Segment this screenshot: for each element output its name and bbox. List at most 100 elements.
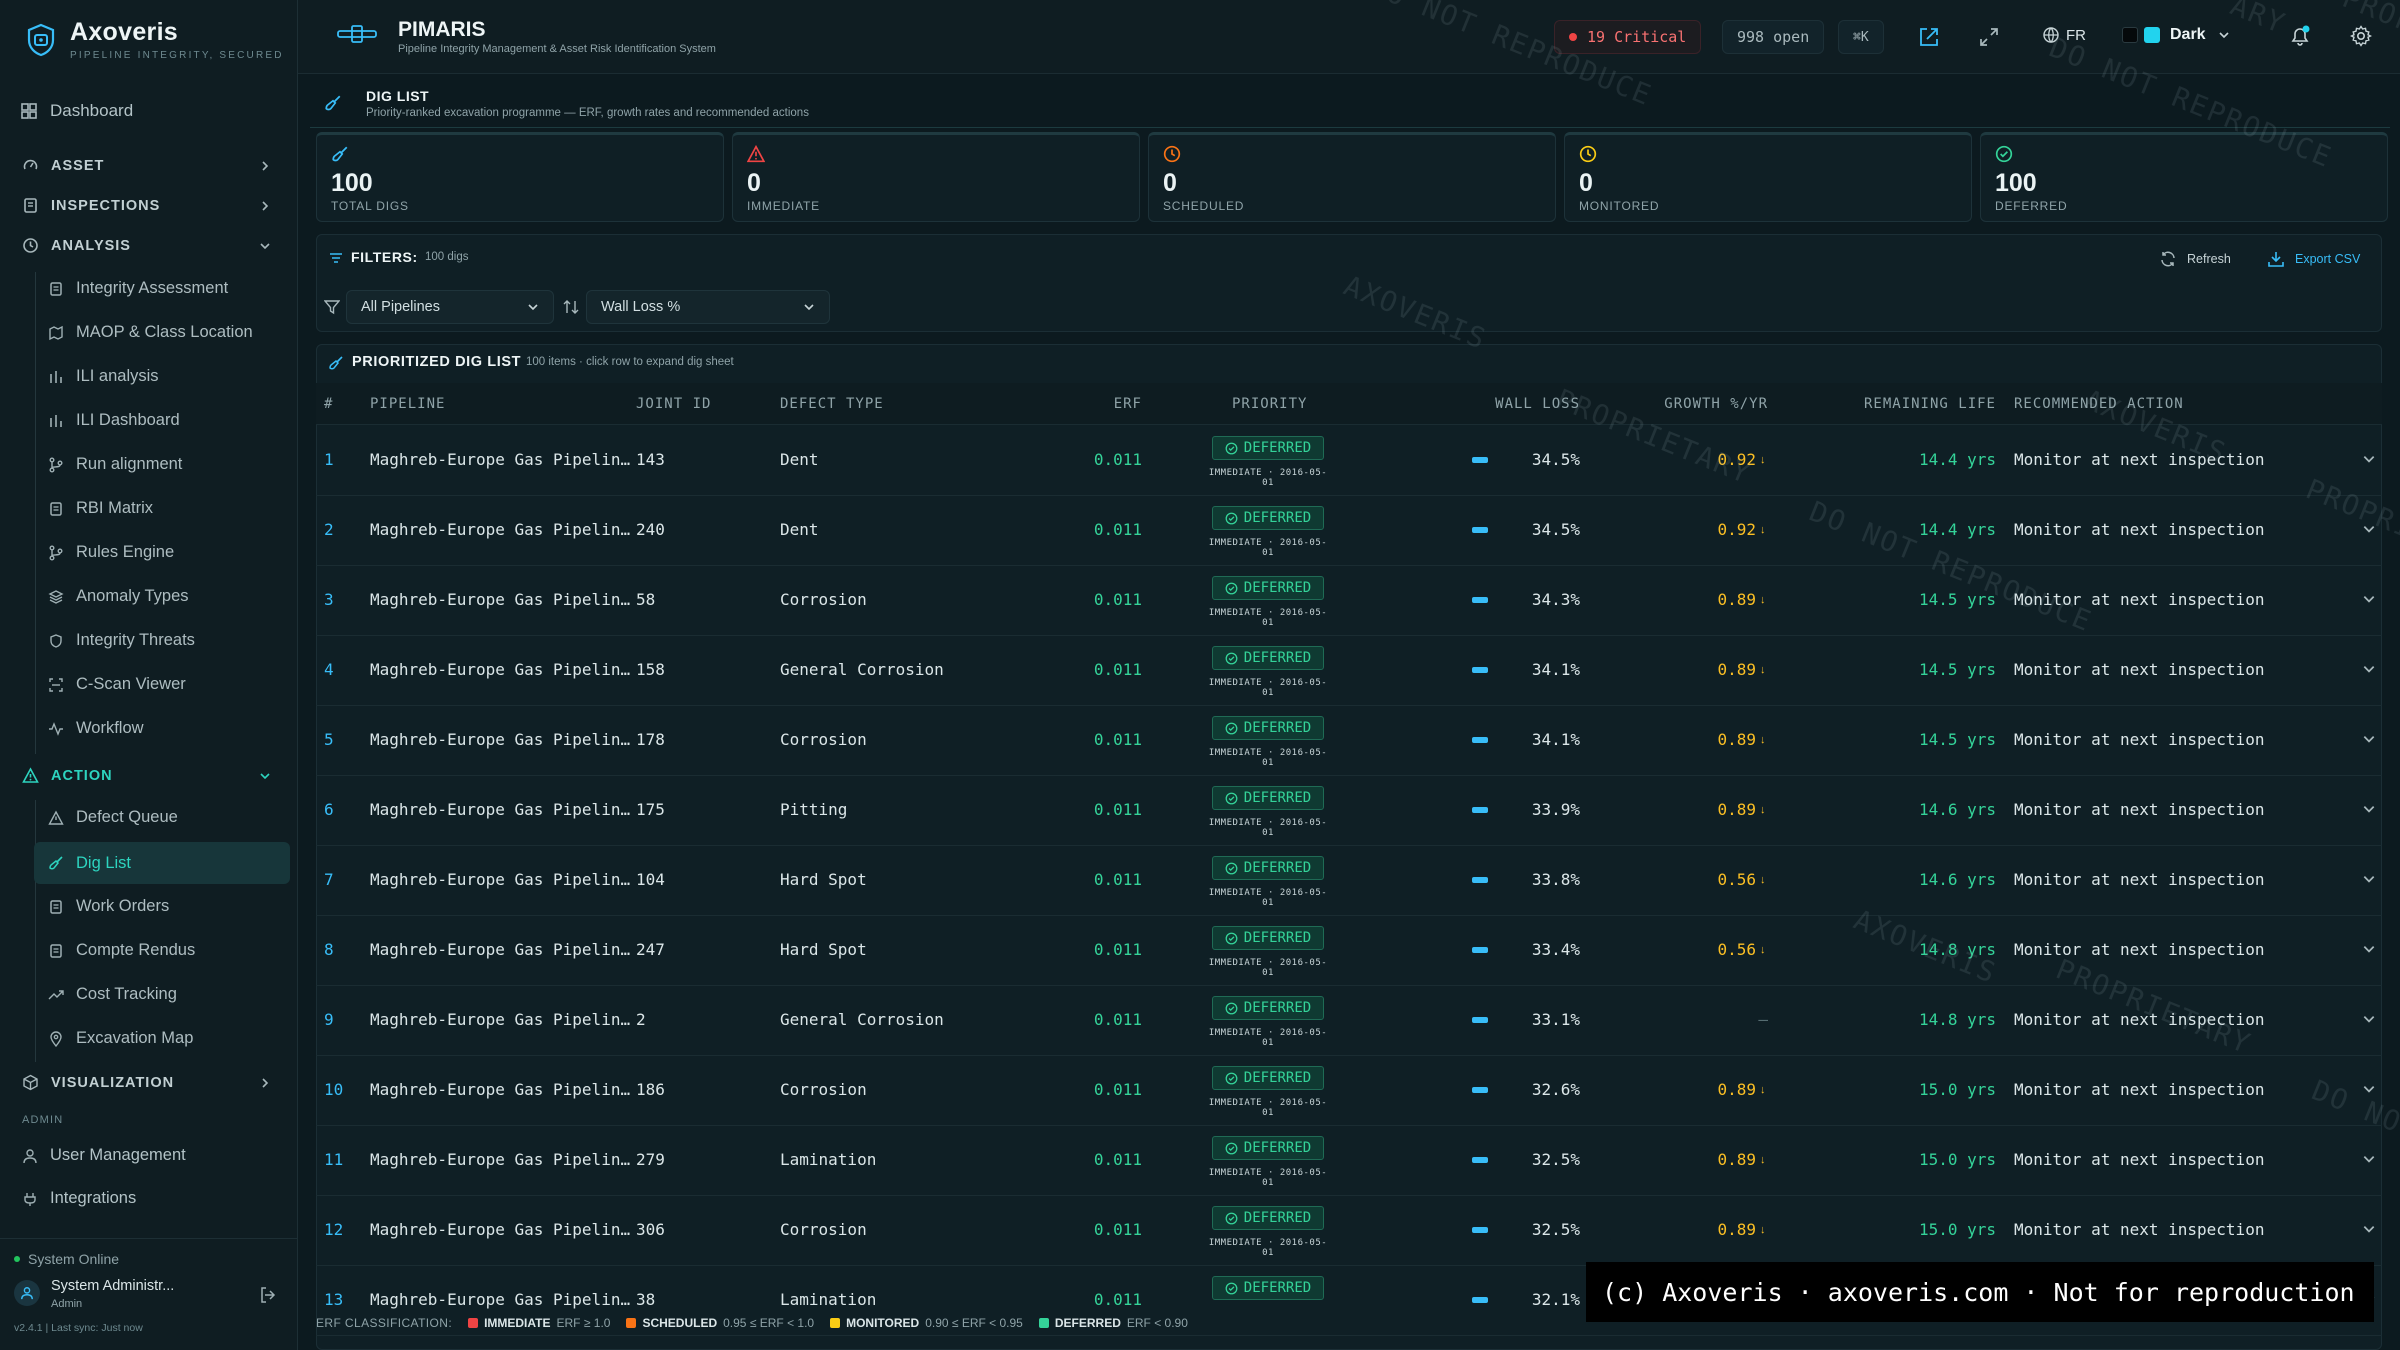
- table-row[interactable]: 10 Maghreb-Europe Gas Pipelin… 186 Corrosio…: [316, 1056, 2382, 1126]
- column-header[interactable]: REMAINING LIFE: [1864, 396, 1996, 412]
- nav-integrity-threats[interactable]: Integrity Threats: [48, 631, 195, 650]
- nav-rbi-matrix[interactable]: RBI Matrix: [48, 499, 153, 518]
- theme-selector[interactable]: Dark: [2122, 26, 2230, 44]
- nav-label: User Management: [50, 1146, 186, 1164]
- table-row[interactable]: 6 Maghreb-Europe Gas Pipelin… 175 Pitting 0.…: [316, 776, 2382, 846]
- table-row[interactable]: 9 Maghreb-Europe Gas Pipelin… 2 General Cor…: [316, 986, 2382, 1056]
- chevron-down-icon[interactable]: [2362, 592, 2376, 606]
- gear-icon[interactable]: [2350, 25, 2372, 47]
- growth-rate: 0.89: [1717, 1080, 1756, 1099]
- chevron-down-icon[interactable]: [2362, 452, 2376, 466]
- nav-work-orders[interactable]: Work Orders: [48, 897, 169, 916]
- recommended-action: Monitor at next inspection: [2014, 800, 2265, 819]
- logout-icon[interactable]: [259, 1286, 277, 1304]
- legend-range: 0.90 ≤ ERF < 0.95: [925, 1316, 1023, 1330]
- chevron-down-icon[interactable]: [2362, 732, 2376, 746]
- nav-anomaly-types[interactable]: Anomaly Types: [48, 587, 189, 606]
- joint-id: 240: [636, 520, 665, 539]
- grid-icon: [20, 102, 50, 120]
- warning-icon: [22, 767, 51, 784]
- nav-cost-tracking[interactable]: Cost Tracking: [48, 985, 177, 1004]
- section-action[interactable]: ACTION: [22, 767, 271, 784]
- pipeline-name: Maghreb-Europe Gas Pipelin…: [370, 940, 631, 959]
- nav-ili-dashboard[interactable]: ILI Dashboard: [48, 411, 180, 430]
- nav-c-scan-viewer[interactable]: C-Scan Viewer: [48, 675, 186, 694]
- pipeline-name: Maghreb-Europe Gas Pipelin…: [370, 590, 631, 609]
- user-icon: [20, 1286, 34, 1300]
- nav-user-management[interactable]: User Management: [22, 1146, 186, 1165]
- table-row[interactable]: 4 Maghreb-Europe Gas Pipelin… 158 General C…: [316, 636, 2382, 706]
- wall-loss: 33.8%: [1531, 870, 1580, 889]
- table-row[interactable]: 5 Maghreb-Europe Gas Pipelin… 178 Corrosion…: [316, 706, 2382, 776]
- sort-select[interactable]: Wall Loss %: [586, 290, 830, 324]
- priority-badge: DEFERRED: [1212, 646, 1324, 670]
- table-row[interactable]: 12 Maghreb-Europe Gas Pipelin… 306 Corrosio…: [316, 1196, 2382, 1266]
- expand-icon[interactable]: [1978, 26, 2000, 48]
- nav-excavation-map[interactable]: Excavation Map: [48, 1029, 193, 1048]
- priority-subtext: IMMEDIATE · 2016-05-01: [1208, 1168, 1328, 1188]
- recommended-action: Monitor at next inspection: [2014, 870, 2265, 889]
- priority-subtext: IMMEDIATE · 2016-05-01: [1208, 888, 1328, 908]
- erf-value: 0.011: [1093, 800, 1142, 819]
- nav-run-alignment[interactable]: Run alignment: [48, 455, 182, 474]
- pipeline-name: Maghreb-Europe Gas Pipelin…: [370, 730, 631, 749]
- wall-loss-bar: [1472, 1087, 1488, 1093]
- row-number: 9: [324, 1010, 334, 1029]
- avatar[interactable]: [14, 1280, 40, 1306]
- column-header[interactable]: PIPELINE: [370, 396, 445, 412]
- pipeline-name: Maghreb-Europe Gas Pipelin…: [370, 1220, 631, 1239]
- section-inspections[interactable]: INSPECTIONS: [22, 197, 271, 214]
- priority-subtext: IMMEDIATE · 2016-05-01: [1208, 1098, 1328, 1118]
- nav-workflow[interactable]: Workflow: [48, 719, 144, 738]
- chevron-down-icon[interactable]: [2362, 872, 2376, 886]
- column-header[interactable]: JOINT ID: [636, 396, 711, 412]
- bell-icon[interactable]: [2288, 24, 2312, 48]
- nav-dashboard[interactable]: Dashboard: [20, 101, 133, 121]
- nav-integrity-assessment[interactable]: Integrity Assessment: [48, 279, 228, 298]
- pipeline-name: Maghreb-Europe Gas Pipelin…: [370, 1290, 631, 1309]
- open-items-chip[interactable]: 998 open: [1722, 20, 1825, 54]
- priority-subtext: IMMEDIATE · 2016-05-01: [1208, 608, 1328, 628]
- column-header[interactable]: DEFECT TYPE: [780, 396, 884, 412]
- nav-dig-list[interactable]: Dig List: [34, 842, 290, 884]
- export-csv-button[interactable]: Export CSV: [2267, 245, 2360, 273]
- table-row[interactable]: 7 Maghreb-Europe Gas Pipelin… 104 Hard Spot…: [316, 846, 2382, 916]
- system-status: System Online: [14, 1251, 119, 1267]
- section-asset[interactable]: ASSET: [22, 157, 271, 174]
- nav-defect-queue[interactable]: Defect Queue: [48, 808, 178, 827]
- brand[interactable]: Axoveris PIPELINE INTEGRITY, SECURED: [26, 18, 284, 61]
- section-visualization[interactable]: VISUALIZATION: [22, 1074, 271, 1091]
- chevron-down-icon[interactable]: [2362, 662, 2376, 676]
- nav-maop-class-location[interactable]: MAOP & Class Location: [48, 323, 253, 342]
- nav-ili-analysis[interactable]: ILI analysis: [48, 367, 159, 386]
- column-header[interactable]: ERF: [1114, 396, 1142, 412]
- defect-type: Corrosion: [780, 1080, 867, 1099]
- table-row[interactable]: 2 Maghreb-Europe Gas Pipelin… 240 Dent 0.011…: [316, 496, 2382, 566]
- gauge-icon: [22, 157, 51, 174]
- refresh-button[interactable]: Refresh: [2159, 245, 2231, 273]
- nav-rules-engine[interactable]: Rules Engine: [48, 543, 174, 562]
- priority-badge: DEFERRED: [1212, 926, 1324, 950]
- chevron-down-icon[interactable]: [2362, 802, 2376, 816]
- arrow-down-icon: ↓: [1760, 594, 1766, 606]
- chevron-down-icon[interactable]: [2362, 1222, 2376, 1236]
- section-analysis[interactable]: ANALYSIS: [22, 237, 271, 254]
- row-number: 5: [324, 730, 334, 749]
- external-link-icon[interactable]: [1918, 26, 1940, 48]
- chevron-down-icon[interactable]: [2362, 1152, 2376, 1166]
- table-row[interactable]: 11 Maghreb-Europe Gas Pipelin… 279 Laminati…: [316, 1126, 2382, 1196]
- row-number: 1: [324, 450, 334, 469]
- nav-integrations[interactable]: Integrations: [22, 1189, 136, 1208]
- chevron-down-icon[interactable]: [2362, 942, 2376, 956]
- priority-badge: DEFERRED: [1212, 1066, 1324, 1090]
- command-palette-button[interactable]: ⌘K: [1838, 20, 1884, 54]
- nav-compte-rendus[interactable]: Compte Rendus: [48, 941, 195, 960]
- column-header[interactable]: #: [324, 396, 333, 412]
- kpi-card-monitored: 0 MONITORED: [1564, 132, 1972, 222]
- command-shortcut: ⌘K: [1853, 29, 1869, 45]
- column-header[interactable]: GROWTH %/YR: [1664, 396, 1768, 412]
- column-header[interactable]: PRIORITY: [1232, 396, 1307, 412]
- pipeline-filter-select[interactable]: All Pipelines: [346, 290, 554, 324]
- table-row[interactable]: 1 Maghreb-Europe Gas Pipelin… 143 Dent 0.011…: [316, 426, 2382, 496]
- chevron-down-icon[interactable]: [2362, 1012, 2376, 1026]
